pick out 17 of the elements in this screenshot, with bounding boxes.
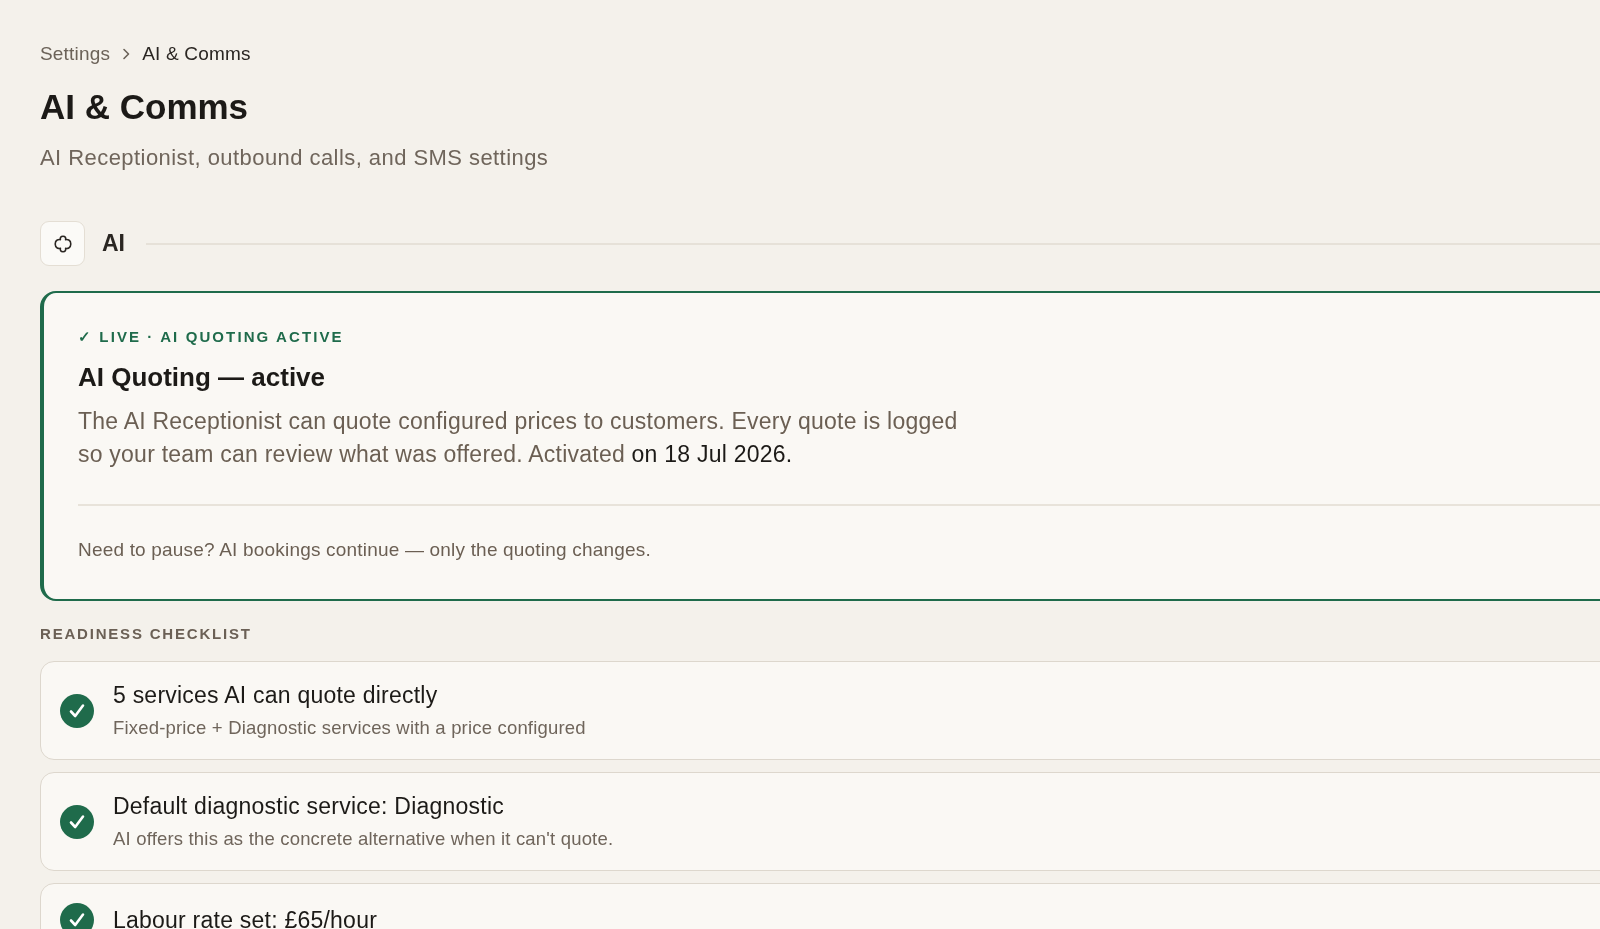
status-footer-note: Need to pause? AI bookings continue — only the quoting changes.	[78, 538, 651, 562]
page-title: AI & Comms	[40, 87, 249, 127]
checklist-item-title: 5 services AI can quote directly	[113, 681, 438, 709]
checklist-item-title: Labour rate set: £65/hour	[113, 906, 378, 929]
checklist-item-title: Default diagnostic service: Diagnostic	[113, 792, 504, 820]
checklist-item-description: AI offers this as the concrete alternative when it can't quote.	[113, 827, 614, 851]
page-subtitle: AI Receptionist, outbound calls, and SMS settings	[40, 144, 549, 172]
checklist-heading: READINESS CHECKLIST	[40, 624, 252, 644]
status-description: The AI Receptionist can quote configured prices to customers. Every quote is logged so your team can review what was offered. Activated on 18 Jul 2026.	[78, 407, 959, 469]
breadcrumb-link[interactable]: Settings	[40, 39, 111, 69]
chevron-right-icon	[122, 48, 131, 60]
breadcrumb-current: AI & Comms	[142, 41, 251, 66]
clover-icon	[40, 221, 85, 266]
status-heading: AI Quoting — active	[78, 361, 326, 393]
section-title: AI	[102, 229, 125, 259]
status-label: ✓ LIVE · AI QUOTING ACTIVE	[78, 327, 344, 347]
checklist-item-description: Fixed-price + Diagnostic services with a price configured	[113, 716, 586, 740]
